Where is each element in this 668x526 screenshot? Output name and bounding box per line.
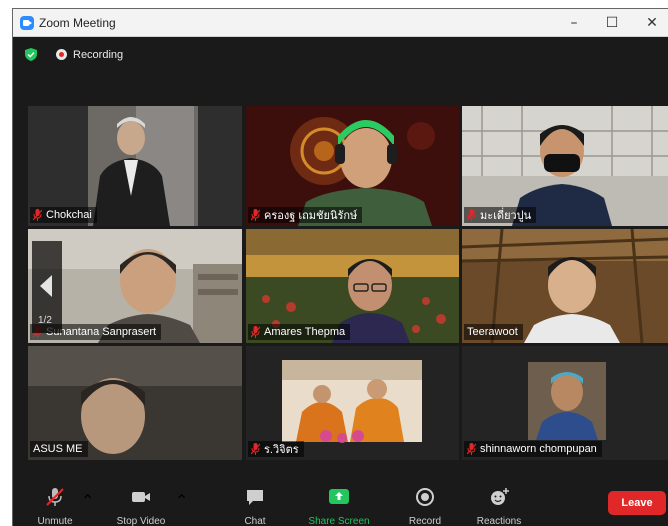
record-button[interactable]: Record <box>403 479 447 526</box>
record-icon <box>416 488 434 506</box>
stop-video-label: Stop Video <box>116 516 166 526</box>
chat-bubble-icon <box>247 490 263 505</box>
chat-label: Chat <box>244 516 266 526</box>
muted-mic-icon <box>467 209 476 221</box>
muted-mic-icon <box>467 443 476 455</box>
share-screen-label: Share Screen <box>308 516 370 526</box>
video-tile-shinnaworn-chompupan[interactable]: shinnaworn chompupan <box>462 346 668 460</box>
unmute-button[interactable]: Unmute <box>27 479 83 526</box>
video-tile-asus-me[interactable]: ASUS ME <box>28 346 242 460</box>
video-tile-participant-2[interactable]: ครองฐ เถมชัยนิรักษ์ <box>246 106 459 226</box>
muted-microphone-icon <box>46 488 64 506</box>
zoom-meeting-window: Zoom Meeting – ☐ ✕ Recording Chokchai คร… <box>12 8 668 526</box>
participant-name-tag: มะเดี่ยวปูน <box>464 207 537 223</box>
record-label: Record <box>408 516 442 526</box>
recording-label: Recording <box>73 49 124 61</box>
muted-mic-icon <box>33 209 42 221</box>
video-tile-amares-thepma[interactable]: Amares Thepma <box>246 229 459 343</box>
chevron-left-icon <box>40 275 52 297</box>
participant-name-tag: ASUS ME <box>30 441 88 457</box>
audio-options-chevron-up-icon[interactable]: ⌃ <box>81 491 94 511</box>
meeting-status-row: Recording <box>13 37 668 77</box>
stop-video-button[interactable]: Stop Video <box>109 479 173 526</box>
participant-name-tag: Chokchai <box>30 207 97 223</box>
video-tile-participant-3[interactable]: มะเดี่ยวปูน <box>462 106 668 226</box>
title-bar: Zoom Meeting – ☐ ✕ <box>13 9 668 37</box>
page-indicator: 1/2 <box>38 315 52 326</box>
maximize-button[interactable]: ☐ <box>597 12 627 34</box>
recording-dot-icon <box>56 49 67 60</box>
participant-name-tag: ร.วิจิตร <box>248 441 304 457</box>
minimize-button[interactable]: – <box>559 12 589 34</box>
reactions-label: Reactions <box>476 516 522 526</box>
window-title: Zoom Meeting <box>39 16 116 30</box>
participant-name-tag: shinnaworn chompupan <box>464 441 602 457</box>
participant-name-tag: Teerawoot <box>464 324 523 340</box>
participant-name: Chokchai <box>46 209 92 221</box>
participant-name-tag: ครองฐ เถมชัยนิรักษ์ <box>248 207 363 223</box>
participant-name: Teerawoot <box>467 326 518 338</box>
share-screen-button[interactable]: Share Screen <box>303 479 375 526</box>
leave-meeting-button[interactable]: Leave <box>608 491 666 515</box>
participant-name: Amares Thepma <box>264 326 346 338</box>
participant-name-tag: Amares Thepma <box>248 324 351 340</box>
zoom-logo-icon <box>20 16 34 30</box>
video-camera-icon <box>132 492 150 502</box>
close-button[interactable]: ✕ <box>637 12 667 34</box>
emoji-reaction-icon <box>491 488 509 505</box>
share-screen-icon <box>329 489 349 504</box>
muted-mic-icon <box>251 326 260 338</box>
video-options-chevron-up-icon[interactable]: ⌃ <box>175 491 188 511</box>
unmute-label: Unmute <box>37 516 73 526</box>
participant-name: shinnaworn chompupan <box>480 443 597 455</box>
participant-name: มะเดี่ยวปูน <box>480 210 532 222</box>
muted-mic-icon <box>251 209 260 221</box>
chat-button[interactable]: Chat <box>235 479 275 526</box>
meeting-controls-toolbar: Unmute ⌃ Stop Video ⌃ Chat Share Screen <box>13 479 668 526</box>
participant-name: ร.วิจิตร <box>264 444 299 456</box>
video-tile-chokchai[interactable]: Chokchai <box>28 106 242 226</box>
participant-name: Sunantana Sanprasert <box>46 326 157 338</box>
participant-name: ครองฐ เถมชัยนิรักษ์ <box>264 210 358 222</box>
encryption-shield-icon[interactable] <box>25 48 37 61</box>
participant-name: ASUS ME <box>33 443 83 455</box>
video-tile-teerawoot[interactable]: Teerawoot <box>462 229 668 343</box>
previous-page-button[interactable]: 1/2 <box>32 241 62 333</box>
reactions-button[interactable]: Reactions <box>471 479 527 526</box>
muted-mic-icon <box>251 443 260 455</box>
video-tile-participant-8[interactable]: ร.วิจิตร <box>246 346 459 460</box>
